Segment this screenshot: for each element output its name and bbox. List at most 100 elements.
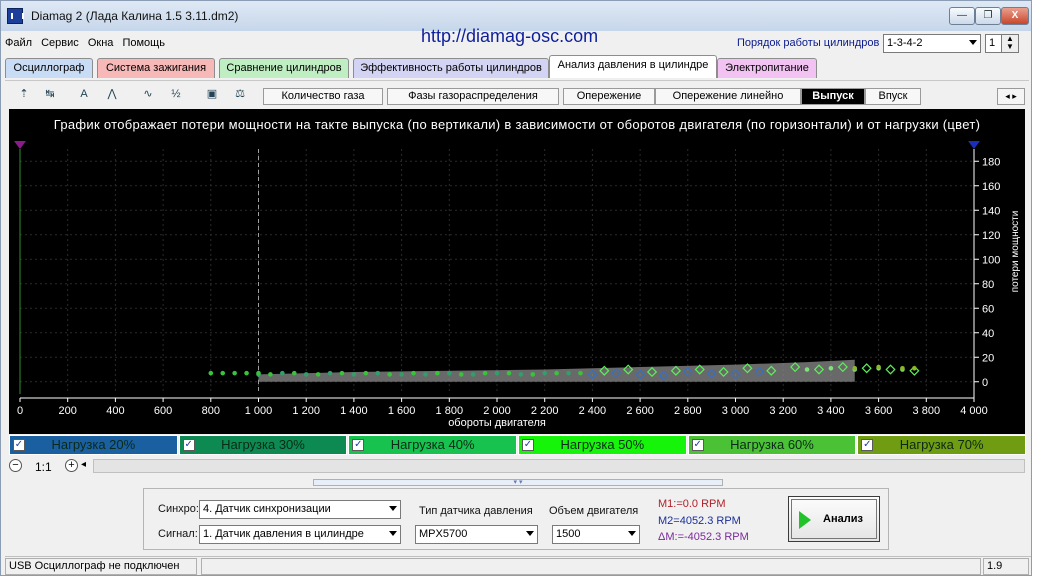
load-filter-3[interactable]: ✓ Нагрузка 40% (348, 435, 517, 455)
data-point[interactable] (387, 372, 392, 377)
tab-cylinder-compare[interactable]: Сравнение цилиндров (219, 58, 349, 78)
data-point[interactable] (458, 372, 464, 377)
website-link[interactable]: http://diamag-osc.com (421, 26, 598, 47)
load-filter-2[interactable]: ✓ Нагрузка 30% (178, 435, 348, 455)
subtab-advance[interactable]: Опережение (563, 88, 655, 105)
plot-area[interactable]: График отображает потери мощности на так… (9, 109, 1025, 434)
data-point[interactable] (852, 365, 858, 371)
marker-m1-icon[interactable] (14, 141, 26, 149)
subtab-exhaust[interactable]: Выпуск (801, 88, 865, 105)
load-filter-1[interactable]: ✓ Нагрузка 20% (9, 435, 178, 455)
tab-pressure-analysis[interactable]: Анализ давления в цилиндре (549, 55, 717, 78)
data-point[interactable] (339, 370, 345, 376)
sync-select[interactable]: 4. Датчик синхронизации (199, 500, 401, 519)
data-point[interactable] (518, 372, 524, 377)
data-point[interactable] (912, 365, 917, 371)
chevron-left-icon[interactable]: ◂ (1005, 91, 1010, 101)
data-point[interactable] (411, 370, 416, 376)
analyze-button[interactable]: Анализ (788, 496, 880, 542)
data-point[interactable] (375, 370, 381, 376)
data-point[interactable] (363, 370, 369, 376)
subtab-advance-linear[interactable]: Опережение линейно (655, 88, 801, 105)
auto-scale-icon[interactable]: ↹ (39, 83, 61, 105)
data-point[interactable] (566, 370, 571, 376)
tab-power-supply[interactable]: Электропитание (717, 58, 817, 78)
data-point[interactable] (208, 370, 214, 376)
data-point[interactable] (244, 370, 249, 376)
data-point[interactable] (861, 363, 872, 374)
data-point[interactable] (399, 372, 404, 377)
load-filter-6[interactable]: ✓ Нагрузка 70% (857, 435, 1026, 455)
menu-file[interactable]: Файл (5, 37, 32, 49)
load-filter-label: Нагрузка 60% (730, 437, 814, 452)
curve-icon[interactable]: ∿ (137, 83, 159, 105)
data-point[interactable] (268, 372, 273, 377)
data-point[interactable] (900, 365, 905, 371)
zoom-in-button[interactable]: + (65, 459, 78, 472)
horizontal-scrollbar[interactable] (93, 459, 1025, 473)
data-point[interactable] (423, 372, 428, 377)
data-point[interactable] (470, 372, 476, 377)
save-icon[interactable]: ▣ (201, 83, 223, 105)
data-point[interactable] (315, 372, 321, 377)
tab-ignition[interactable]: Система зажигания (97, 58, 215, 78)
data-point[interactable] (303, 372, 309, 377)
data-point[interactable] (232, 370, 237, 376)
menu-service[interactable]: Сервис (41, 37, 79, 49)
zoom-out-button[interactable]: − (9, 459, 22, 472)
minimize-button[interactable]: — (949, 7, 975, 25)
data-point[interactable] (804, 367, 810, 372)
data-point[interactable] (327, 370, 333, 376)
data-point[interactable] (435, 370, 440, 376)
engine-volume-select[interactable]: 1500 (552, 525, 640, 544)
data-point[interactable] (291, 370, 297, 376)
panel-collapse-handle[interactable]: ▾ ▾ (313, 479, 723, 486)
subtab-valve-timing[interactable]: Фазы газораспределения (387, 88, 559, 105)
data-point[interactable] (494, 370, 500, 376)
balance-icon[interactable]: ⚖ (229, 83, 251, 105)
load-filter-5[interactable]: ✓ Нагрузка 60% (687, 435, 857, 455)
data-point[interactable] (220, 370, 226, 376)
menu-windows[interactable]: Окна (88, 37, 114, 49)
subtab-scroll[interactable]: ◂ ▸ (997, 88, 1025, 105)
data-point[interactable] (482, 370, 488, 376)
data-point[interactable] (506, 370, 512, 376)
cursor-tool-icon[interactable]: ⇡ (13, 83, 35, 105)
menu-help[interactable]: Помощь (122, 37, 165, 49)
data-point[interactable] (828, 365, 834, 371)
load-filter-4[interactable]: ✓ Нагрузка 50% (518, 435, 687, 455)
data-point[interactable] (256, 370, 261, 376)
window-title: Diamag 2 (Лада Калина 1.5 3.11.dm2) (31, 9, 239, 23)
data-point[interactable] (876, 364, 881, 370)
cylinder-stepper[interactable]: ▲ ▼ (1001, 34, 1019, 53)
y-tick-label: 180 (982, 156, 1000, 168)
cylinder-order-select[interactable]: 1-3-4-2 (883, 34, 981, 53)
maximize-button[interactable]: ❐ (975, 7, 1001, 25)
algorithm-icon[interactable]: ½ (165, 83, 187, 105)
signal-select[interactable]: 1. Датчик давления в цилиндре (199, 525, 401, 544)
data-point[interactable] (542, 370, 547, 376)
x-tick-label: 3 000 (722, 405, 750, 417)
tab-cylinder-efficiency[interactable]: Эффективность работы цилиндров (353, 58, 549, 78)
data-point[interactable] (530, 372, 536, 377)
scroll-left-icon[interactable]: ◂ (81, 459, 86, 470)
x-tick-label: 400 (106, 405, 124, 417)
auto-measure-icon[interactable]: A (73, 83, 95, 105)
tab-oscilloscope[interactable]: Осциллограф (5, 58, 93, 78)
marker-m2-icon[interactable] (968, 141, 980, 149)
scatter-chart[interactable]: 0 200 400 600 800 1 000 1 200 1 400 1 600 1 800 2 … (9, 109, 1025, 434)
chevron-down-icon (389, 531, 397, 536)
close-button[interactable]: X (1001, 7, 1029, 25)
peaks-icon[interactable]: ⋀ (101, 83, 123, 105)
subtab-intake[interactable]: Впуск (865, 88, 921, 105)
x-tick-label: 800 (202, 405, 220, 417)
sensor-type-select[interactable]: MPX5700 (415, 525, 538, 544)
data-point[interactable] (447, 370, 452, 376)
subtab-gas-amount[interactable]: Количество газа (263, 88, 383, 105)
data-point[interactable] (885, 364, 896, 375)
data-point[interactable] (280, 370, 285, 376)
data-point[interactable] (578, 370, 583, 376)
data-point[interactable] (351, 372, 357, 377)
data-point[interactable] (554, 370, 559, 376)
chevron-right-icon[interactable]: ▸ (1012, 91, 1017, 101)
